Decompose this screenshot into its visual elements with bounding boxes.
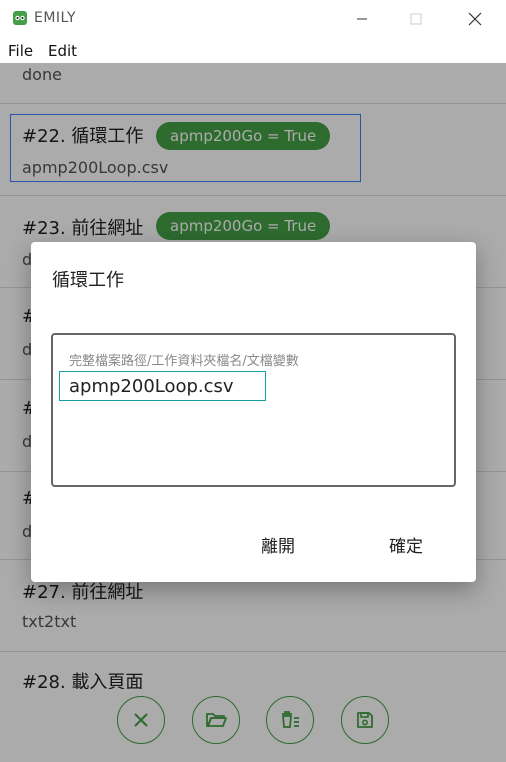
close-window-button[interactable] bbox=[452, 6, 498, 32]
confirm-button[interactable]: 確定 bbox=[389, 532, 423, 557]
dialog-title: 循環工作 bbox=[52, 270, 124, 291]
menu-file[interactable]: File bbox=[8, 42, 33, 60]
maximize-button[interactable] bbox=[393, 6, 439, 32]
close-icon bbox=[468, 12, 482, 26]
maximize-icon bbox=[410, 13, 422, 25]
file-path-field-box: 完整檔案路徑/工作資料夾檔名/文檔變數 bbox=[51, 333, 456, 487]
leave-button[interactable]: 離開 bbox=[261, 532, 295, 557]
minimize-icon bbox=[357, 18, 367, 20]
app-logo-icon bbox=[13, 11, 27, 25]
file-path-label: 完整檔案路徑/工作資料夾檔名/文檔變數 bbox=[69, 354, 299, 369]
menu-bar: File Edit bbox=[0, 38, 506, 63]
title-bar: EMILY bbox=[0, 0, 506, 38]
loop-task-dialog: 循環工作 完整檔案路徑/工作資料夾檔名/文檔變數 離開 確定 bbox=[31, 242, 476, 582]
minimize-button[interactable] bbox=[339, 6, 385, 32]
menu-edit[interactable]: Edit bbox=[48, 42, 77, 60]
file-path-input[interactable] bbox=[59, 371, 266, 401]
window-title: EMILY bbox=[34, 10, 77, 26]
